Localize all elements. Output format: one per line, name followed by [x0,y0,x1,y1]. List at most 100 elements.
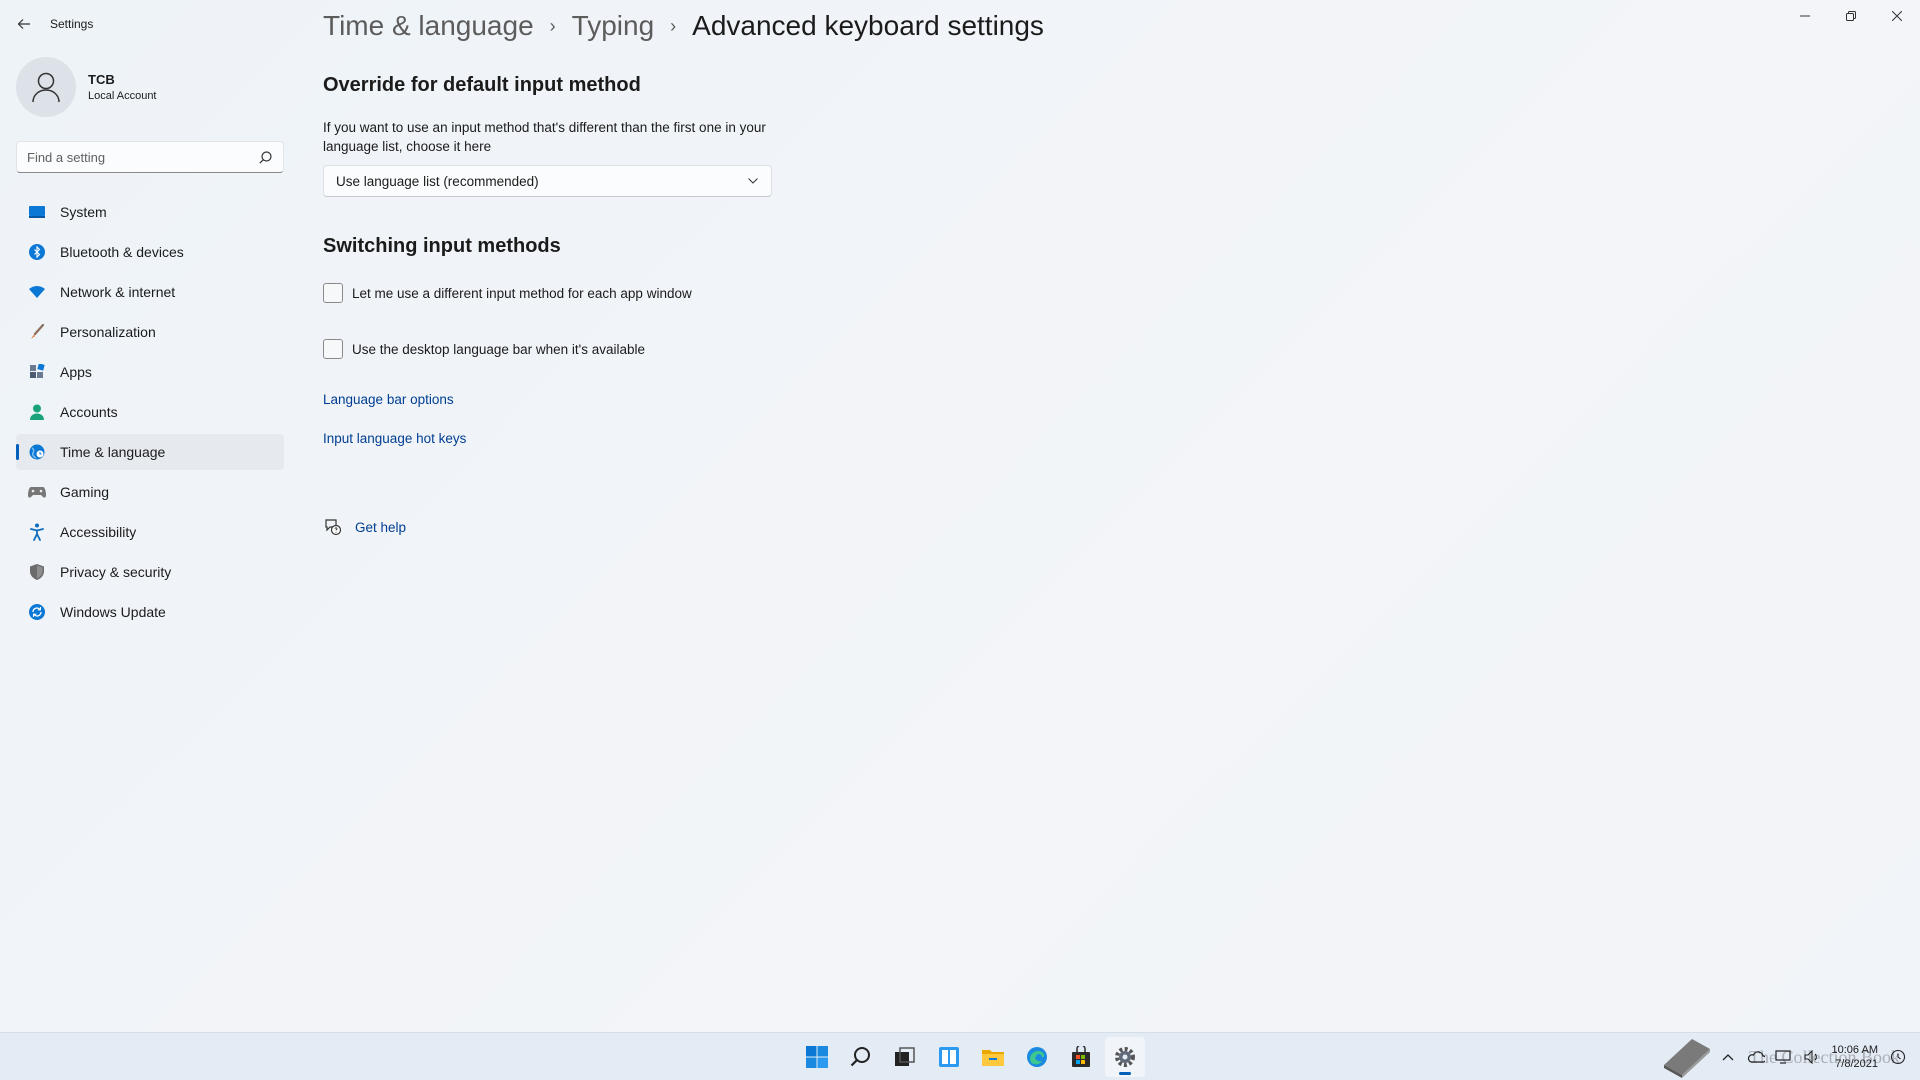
store-button[interactable] [1061,1037,1101,1077]
file-explorer-button[interactable] [973,1037,1013,1077]
close-button[interactable] [1874,0,1920,32]
checkbox-label: Let me use a different input method for … [352,285,692,301]
sidebar-item-label: Apps [60,364,92,380]
get-help-link[interactable]: Get help [323,517,406,537]
person-avatar-icon [32,72,60,103]
checkbox-label: Use the desktop language bar when it's a… [352,341,646,357]
chevron-right-icon: › [549,15,556,36]
chevron-down-icon [747,175,759,187]
back-arrow-icon [17,19,30,29]
search-icon[interactable] [257,149,273,165]
bluetooth-icon [28,243,46,261]
clock-time: 10:06 AM [1831,1044,1878,1056]
update-icon [28,603,46,621]
notification-icon[interactable] [1887,1046,1909,1068]
volume-icon[interactable] [1801,1046,1823,1068]
settings-taskbar-button[interactable] [1105,1037,1145,1077]
taskbar-search-button[interactable] [841,1037,881,1077]
override-description: If you want to use an input method that'… [323,120,766,154]
desktop-language-bar-checkbox[interactable] [323,339,343,359]
file-explorer-icon [982,1050,1004,1066]
brush-icon [28,323,46,341]
sidebar-item-label: System [60,204,107,220]
edge-icon [1027,1047,1047,1067]
sidebar-item-personalization[interactable]: Personalization [16,314,284,350]
sidebar-item-label: Gaming [60,484,110,500]
search-input[interactable] [27,149,257,165]
minimize-icon [1800,15,1810,17]
gamepad-icon [28,483,46,501]
input-language-hot-keys-link[interactable]: Input language hot keys [323,431,466,446]
close-icon [1892,11,1902,21]
network-display-icon[interactable] [1773,1046,1795,1068]
search-icon [850,1047,870,1067]
breadcrumb: Time & language › Typing › Advanced keyb… [323,10,1044,42]
system-tray: 10:06 AM 7/8/2021 [1658,1033,1912,1080]
default-input-method-dropdown[interactable]: Use language list (recommended) [323,165,772,197]
task-view-icon [895,1047,915,1066]
start-button[interactable] [797,1037,837,1077]
switching-section-title: Switching input methods [323,235,561,257]
window-controls [1782,0,1920,32]
search-box[interactable] [16,141,284,173]
chevron-right-icon: › [670,15,677,36]
sidebar-item-time-language[interactable]: Time & language [16,434,284,470]
sidebar-item-label: Time & language [60,444,166,460]
taskbar: The Collection Book 10:06 AM 7/8/2021 [0,1032,1920,1080]
breadcrumb-time-language[interactable]: Time & language [323,10,534,42]
restore-button[interactable] [1828,0,1874,32]
start-icon [806,1046,828,1068]
sidebar-item-label: Bluetooth & devices [60,244,184,260]
avatar [16,57,76,117]
sidebar-item-apps[interactable]: Apps [16,354,284,390]
wifi-icon [28,283,46,301]
system-icon [28,203,46,221]
onedrive-icon[interactable] [1745,1046,1767,1068]
clock-date: 7/8/2021 [1835,1058,1878,1070]
back-button[interactable] [10,12,38,36]
get-help-label: Get help [355,519,407,535]
globe-clock-icon [28,443,46,461]
edge-button[interactable] [1017,1037,1057,1077]
sidebar-nav: System Bluetooth & devices Network & int… [16,194,284,634]
sidebar-item-label: Personalization [60,324,156,340]
profile-account-type: Local Account [88,90,157,102]
sidebar-item-accessibility[interactable]: Accessibility [16,514,284,550]
sidebar-item-privacy[interactable]: Privacy & security [16,554,284,590]
sidebar-item-windows-update[interactable]: Windows Update [16,594,284,630]
profile-name: TCB [88,72,115,87]
store-icon [1072,1046,1090,1067]
user-profile[interactable]: TCB Local Account [16,56,157,118]
person-icon [28,403,46,421]
book-logo-icon [1663,1039,1710,1078]
shield-icon [28,563,46,581]
sidebar-item-gaming[interactable]: Gaming [16,474,284,510]
page-title: Advanced keyboard settings [692,10,1044,41]
override-section-title: Override for default input method [323,74,641,96]
task-view-button[interactable] [885,1037,925,1077]
sidebar-item-label: Accounts [60,404,118,420]
widgets-button[interactable] [929,1037,969,1077]
restore-icon [1846,11,1856,21]
tray-overflow-chevron-icon[interactable] [1717,1046,1739,1068]
help-chat-icon [323,517,343,537]
taskbar-apps [795,1037,1147,1077]
sidebar-item-accounts[interactable]: Accounts [16,394,284,430]
breadcrumb-typing[interactable]: Typing [572,10,655,42]
widgets-icon [939,1047,959,1067]
sidebar-item-system[interactable]: System [16,194,284,230]
per-app-input-method-option[interactable]: Let me use a different input method for … [323,283,692,303]
apps-icon [28,363,46,381]
desktop-language-bar-option[interactable]: Use the desktop language bar when it's a… [323,339,645,359]
per-app-input-method-checkbox[interactable] [323,283,343,303]
sidebar-item-bluetooth[interactable]: Bluetooth & devices [16,234,284,270]
minimize-button[interactable] [1782,0,1828,32]
sidebar-item-network[interactable]: Network & internet [16,274,284,310]
dropdown-selected-value: Use language list (recommended) [336,173,539,189]
sidebar-item-label: Windows Update [60,604,166,620]
sidebar-item-label: Accessibility [60,524,137,540]
sidebar-item-label: Network & internet [60,284,176,300]
language-bar-options-link[interactable]: Language bar options [323,392,454,407]
app-title: Settings [50,17,94,31]
taskbar-clock[interactable]: 10:06 AM 7/8/2021 [1832,1043,1878,1071]
